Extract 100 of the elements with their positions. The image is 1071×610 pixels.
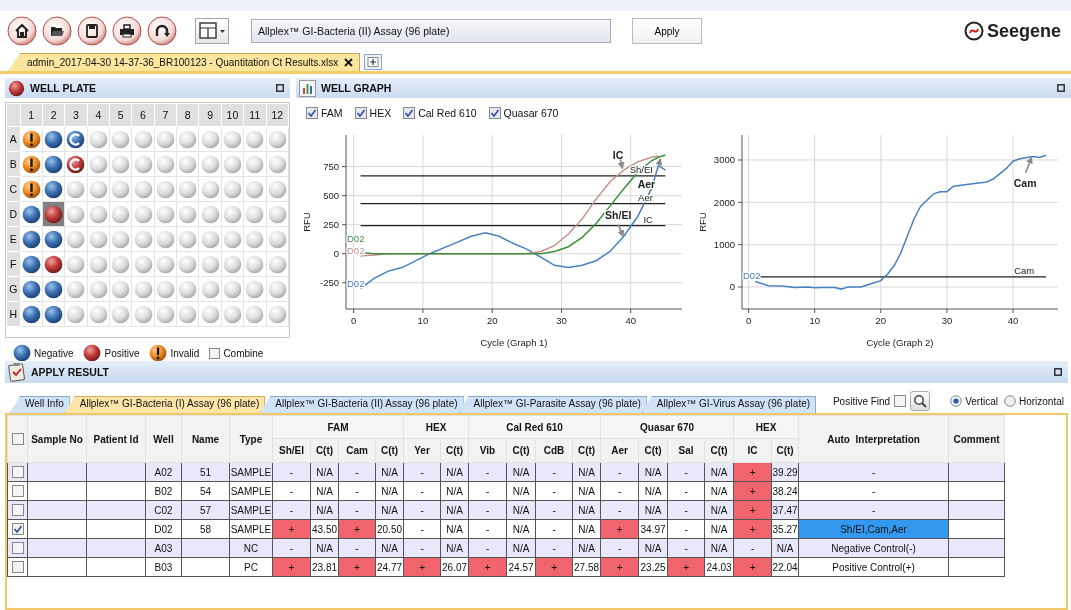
curve-label: IC: [612, 149, 624, 161]
leader-arrow: [655, 158, 663, 170]
table-cell: 23.25: [638, 557, 668, 577]
assay-tab[interactable]: Allplex™ GI-Bacteria (II) Assay (96 plate): [260, 396, 464, 413]
assay-tab[interactable]: Allplex™ GI-Bacteria (I) Assay (96 plate): [64, 396, 266, 413]
table-cell: SAMPLE: [229, 481, 273, 501]
add-tab-icon[interactable]: [364, 54, 383, 70]
table-cell: 24.57: [506, 557, 536, 577]
printer-icon: [112, 16, 142, 46]
tick-label: 0: [745, 315, 752, 326]
table-cell: N/A: [310, 481, 339, 501]
column-number: 8: [176, 103, 199, 127]
ball-icon: [8, 79, 25, 97]
layout-dropdown[interactable]: [195, 18, 229, 44]
checkbox[interactable]: [209, 347, 221, 359]
checkbox[interactable]: [488, 107, 501, 119]
save-button[interactable]: [77, 16, 107, 46]
tick-label: 750: [323, 161, 339, 173]
table-cell: N/A: [506, 519, 536, 539]
radio-button[interactable]: [1003, 395, 1016, 407]
home-button[interactable]: [7, 16, 37, 46]
panel-title: WELL PLATE: [30, 82, 97, 94]
leader-arrow: [617, 223, 625, 238]
home-icon: [7, 16, 37, 46]
table-cell: 23.81: [310, 557, 339, 577]
result-cell: -: [667, 481, 705, 501]
maximize-icon[interactable]: [1057, 84, 1065, 92]
column-header[interactable]: Sample No: [27, 415, 87, 463]
file-tab[interactable]: admin_2017-04-30 14-37-36_BR100123 - Quantitation Ct Results.xlsx: [8, 53, 361, 71]
table-cell: 27.58: [572, 557, 601, 577]
result-cell: -: [403, 519, 441, 539]
table-cell: SAMPLE: [229, 519, 273, 539]
column-header[interactable]: Comment: [948, 415, 1005, 463]
maximize-icon[interactable]: [1054, 368, 1062, 376]
checkbox[interactable]: [11, 485, 24, 497]
tick-label: 1000: [713, 239, 735, 251]
checkbox[interactable]: [403, 107, 416, 119]
close-icon[interactable]: [344, 58, 354, 67]
apply-button[interactable]: Apply: [632, 18, 702, 44]
radio-button[interactable]: [950, 395, 963, 407]
checkbox[interactable]: [894, 395, 907, 407]
channel-group-header: HEX: [733, 415, 799, 439]
tick-label: 40: [1007, 315, 1019, 326]
assay-field[interactable]: Allplex™ GI-Bacteria (II) Assay (96 plate): [251, 19, 611, 43]
table-cell: PC: [229, 557, 273, 577]
checkbox[interactable]: [306, 107, 318, 119]
assay-tab[interactable]: Well Info: [10, 396, 70, 413]
channel-label: Cal Red 610: [418, 107, 477, 119]
table-cell: 20.50: [375, 519, 404, 539]
table-cell: N/A: [704, 519, 734, 539]
result-cell: -: [535, 519, 573, 539]
result-cell: -: [403, 481, 441, 501]
result-cell: -: [272, 481, 311, 501]
maximize-icon[interactable]: [276, 84, 284, 92]
column-number: 11: [243, 103, 266, 127]
checkbox[interactable]: [11, 523, 24, 535]
table-cell: 22.04: [771, 557, 799, 577]
result-cell: -: [468, 481, 507, 501]
interpretation-cell: Positive Control(+): [798, 557, 949, 577]
tick-label: 10: [417, 315, 429, 326]
checkbox[interactable]: [11, 504, 24, 516]
clipboard-icon: [8, 362, 26, 382]
search-button[interactable]: [910, 391, 931, 411]
row-letter: G: [6, 276, 21, 302]
series-label: D02: [347, 245, 365, 257]
column-header[interactable]: Patient Id: [86, 415, 146, 463]
table-cell: 24.77: [375, 557, 404, 577]
checkbox[interactable]: [11, 561, 24, 573]
checkbox[interactable]: [11, 433, 24, 445]
axis-title: Cycle (Graph 1): [480, 337, 548, 348]
result-cell: -: [667, 519, 705, 539]
assay-tab[interactable]: Allplex™ GI-Parasite Assay (96 plate): [458, 396, 647, 413]
logo-text: Seegene: [986, 20, 1061, 42]
column-header[interactable]: Well: [145, 415, 182, 463]
table-cell: N/A: [375, 481, 404, 501]
table-cell: N/A: [440, 481, 469, 501]
threshold-label: IC: [643, 213, 653, 225]
interpretation-cell: -: [798, 481, 949, 501]
channel-label: HEX: [369, 107, 392, 119]
channel-group-header: Cal Red 610: [468, 415, 601, 439]
open-folder-button[interactable]: [42, 16, 72, 46]
column-header[interactable]: Name: [181, 415, 230, 463]
print-button[interactable]: [112, 16, 142, 46]
assay-tab[interactable]: Allplex™ GI-Virus Assay (96 plate): [641, 396, 817, 413]
checkbox[interactable]: [11, 542, 24, 554]
tick-label: 0: [729, 281, 735, 293]
radio-label: Horizontal: [1018, 395, 1064, 407]
checkbox-label: Positive Find: [832, 395, 891, 407]
result-cell: -: [468, 519, 507, 539]
column-header[interactable]: Type: [229, 415, 273, 463]
column-header[interactable]: Auto Interpretation: [798, 415, 949, 463]
table-cell: 35.27: [771, 519, 799, 539]
column-number: 4: [87, 103, 110, 127]
radio-label: Vertical: [965, 395, 998, 407]
threshold-label: Cam: [1014, 264, 1035, 276]
redo-button[interactable]: [147, 16, 177, 46]
table-cell: 34.97: [638, 519, 668, 539]
tick-label: 20: [486, 315, 498, 326]
checkbox[interactable]: [11, 466, 24, 478]
checkbox[interactable]: [354, 107, 367, 119]
